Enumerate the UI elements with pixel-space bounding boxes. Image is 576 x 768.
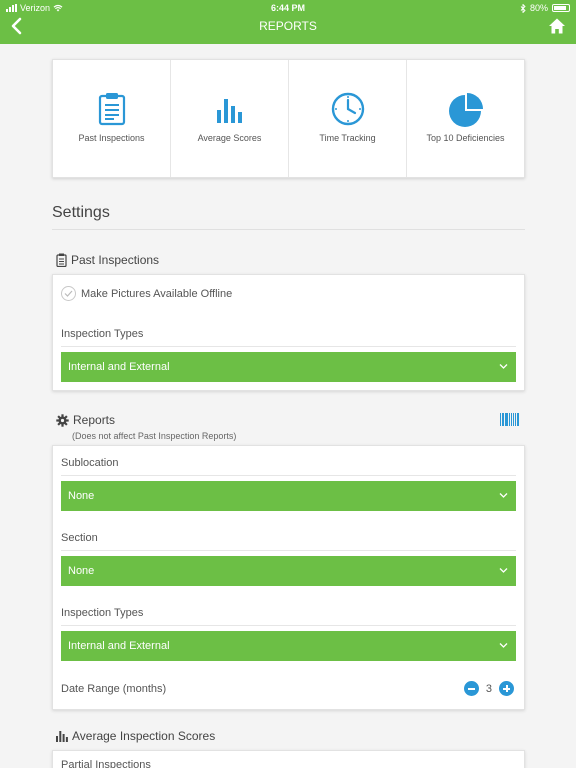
section-title: Past Inspections (71, 253, 160, 267)
offline-label: Make Pictures Available Offline (81, 287, 233, 300)
select-value: None (68, 565, 95, 577)
status-bar: Verizon 6:44 PM 80% (0, 0, 576, 16)
date-range-value: 3 (485, 682, 492, 695)
inspection-types-label: Inspection Types (61, 328, 144, 340)
sublocation-label: Sublocation (61, 457, 119, 469)
inspection-types-select[interactable]: Internal and External (61, 631, 516, 661)
offline-toggle[interactable]: Make Pictures Available Offline (61, 286, 232, 301)
chevron-down-icon (499, 364, 508, 369)
tile-past-inspections[interactable]: Past Inspections (53, 60, 171, 177)
tile-label: Top 10 Deficiencies (426, 133, 505, 143)
divider (61, 475, 516, 476)
bluetooth-icon (520, 3, 526, 13)
clipboard-icon (98, 93, 125, 126)
check-icon (61, 286, 76, 301)
tile-label: Average Scores (197, 133, 262, 143)
chevron-down-icon (499, 568, 508, 573)
chevron-down-icon (499, 643, 508, 648)
divider (61, 346, 516, 347)
divider (61, 625, 516, 626)
battery-icon (552, 4, 570, 12)
section-title: Average Inspection Scores (72, 729, 216, 743)
pie-chart-icon (448, 93, 483, 127)
gear-icon (56, 413, 69, 427)
battery-percent: 80% (529, 3, 548, 13)
select-value: None (68, 490, 95, 502)
barcode-icon[interactable] (500, 413, 519, 426)
tile-label: Past Inspections (78, 133, 145, 143)
select-value: Internal and External (68, 640, 170, 652)
sublocation-select[interactable]: None (61, 481, 516, 511)
reports-subheading: (Does not affect Past Inspection Reports… (72, 431, 237, 441)
clipboard-icon (56, 253, 67, 267)
section-title: Reports (73, 413, 116, 427)
settings-title: Settings (52, 204, 110, 221)
average-scores-card: Partial Inspections (52, 750, 525, 768)
past-inspections-heading: Past Inspections (56, 253, 159, 267)
tile-time-tracking[interactable]: Time Tracking (289, 60, 407, 177)
bar-chart-icon (216, 99, 242, 123)
tile-top-deficiencies[interactable]: Top 10 Deficiencies (407, 60, 524, 177)
nav-bar: Verizon 6:44 PM 80% REPORTS (0, 0, 576, 44)
chevron-down-icon (499, 493, 508, 498)
past-inspections-card: Make Pictures Available Offline Inspecti… (52, 274, 525, 391)
inspection-types-label: Inspection Types (61, 607, 144, 619)
clock-time: 6:44 PM (270, 3, 305, 13)
report-tiles: Past Inspections Average Scores Time Tra… (52, 59, 525, 178)
page-title: REPORTS (259, 19, 317, 33)
date-range-stepper: 3 (463, 681, 514, 696)
increment-button[interactable] (499, 681, 514, 696)
decrement-button[interactable] (463, 681, 479, 696)
bar-chart-icon (56, 730, 68, 742)
partial-inspections-label: Partial Inspections (61, 759, 151, 768)
section-label: Section (61, 532, 98, 544)
select-value: Internal and External (68, 361, 170, 373)
clock-icon (331, 92, 364, 126)
inspection-types-select[interactable]: Internal and External (61, 352, 516, 382)
reports-card: Sublocation None Section None Inspection… (52, 445, 525, 710)
reports-heading: Reports (56, 413, 115, 427)
tile-average-scores[interactable]: Average Scores (171, 60, 289, 177)
average-scores-heading: Average Inspection Scores (56, 729, 215, 743)
home-icon[interactable] (548, 17, 566, 35)
tile-label: Time Tracking (319, 133, 376, 143)
date-range-label: Date Range (months) (61, 683, 167, 695)
divider (61, 550, 516, 551)
divider (52, 229, 525, 230)
section-select[interactable]: None (61, 556, 516, 586)
